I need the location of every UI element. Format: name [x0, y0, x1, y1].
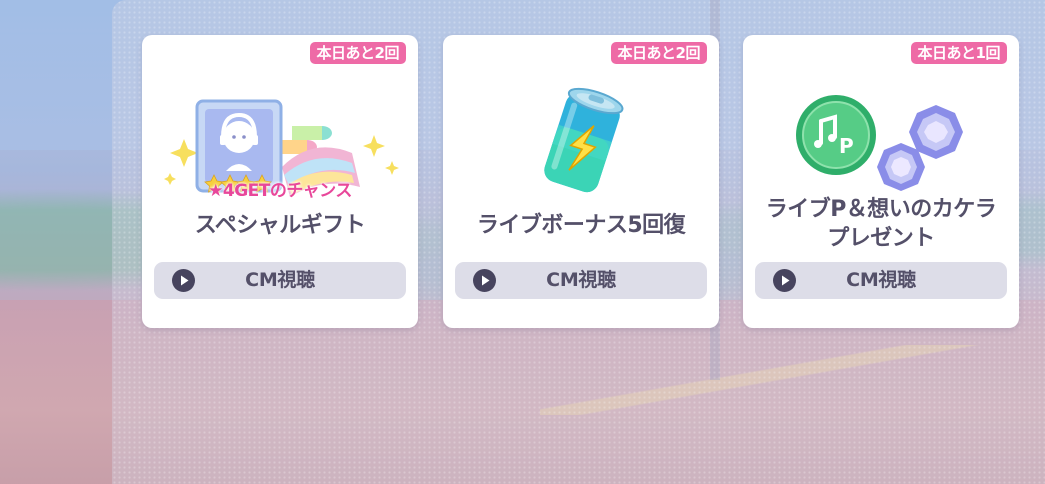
reward-card-live-points-gems: 本日あと1回 P ライブP＆想いのカケラ プレゼント CM視聴: [743, 35, 1019, 328]
remaining-count-badge: 本日あと2回: [610, 42, 707, 64]
watch-cm-label: CM視聴: [245, 269, 315, 291]
reward-title-line1: ライブP＆想いのカケラ: [765, 197, 997, 222]
live-points-and-gems-icon: P: [796, 95, 963, 191]
watch-cm-button[interactable]: CM視聴: [455, 262, 707, 299]
remaining-count-badge: 本日あと1回: [910, 42, 1007, 64]
watch-cm-button[interactable]: CM視聴: [755, 262, 1007, 299]
energy-drink-icon: [544, 87, 624, 193]
cm-reward-panel: 本日あと2回 ★4GETのチャンス スペシャルギフト CM視聴 本日あと2回 ラ…: [112, 0, 1045, 484]
reward-title-line2: プレゼント: [827, 226, 935, 251]
reward-card-live-bonus: 本日あと2回 ライブボーナス5回復 CM視聴: [443, 35, 719, 328]
reward-title: スペシャルギフト: [194, 213, 366, 238]
chance-caption: ★4GETのチャンス: [208, 181, 352, 201]
watch-cm-label: CM視聴: [846, 269, 916, 291]
watch-cm-button[interactable]: CM視聴: [154, 262, 406, 299]
reward-card-special-gift: 本日あと2回 ★4GETのチャンス スペシャルギフト CM視聴: [142, 35, 418, 328]
reward-title: ライブボーナス5回復: [476, 213, 686, 238]
svg-text:P: P: [839, 134, 854, 158]
remaining-count-badge: 本日あと2回: [309, 42, 406, 64]
watch-cm-label: CM視聴: [546, 269, 616, 291]
